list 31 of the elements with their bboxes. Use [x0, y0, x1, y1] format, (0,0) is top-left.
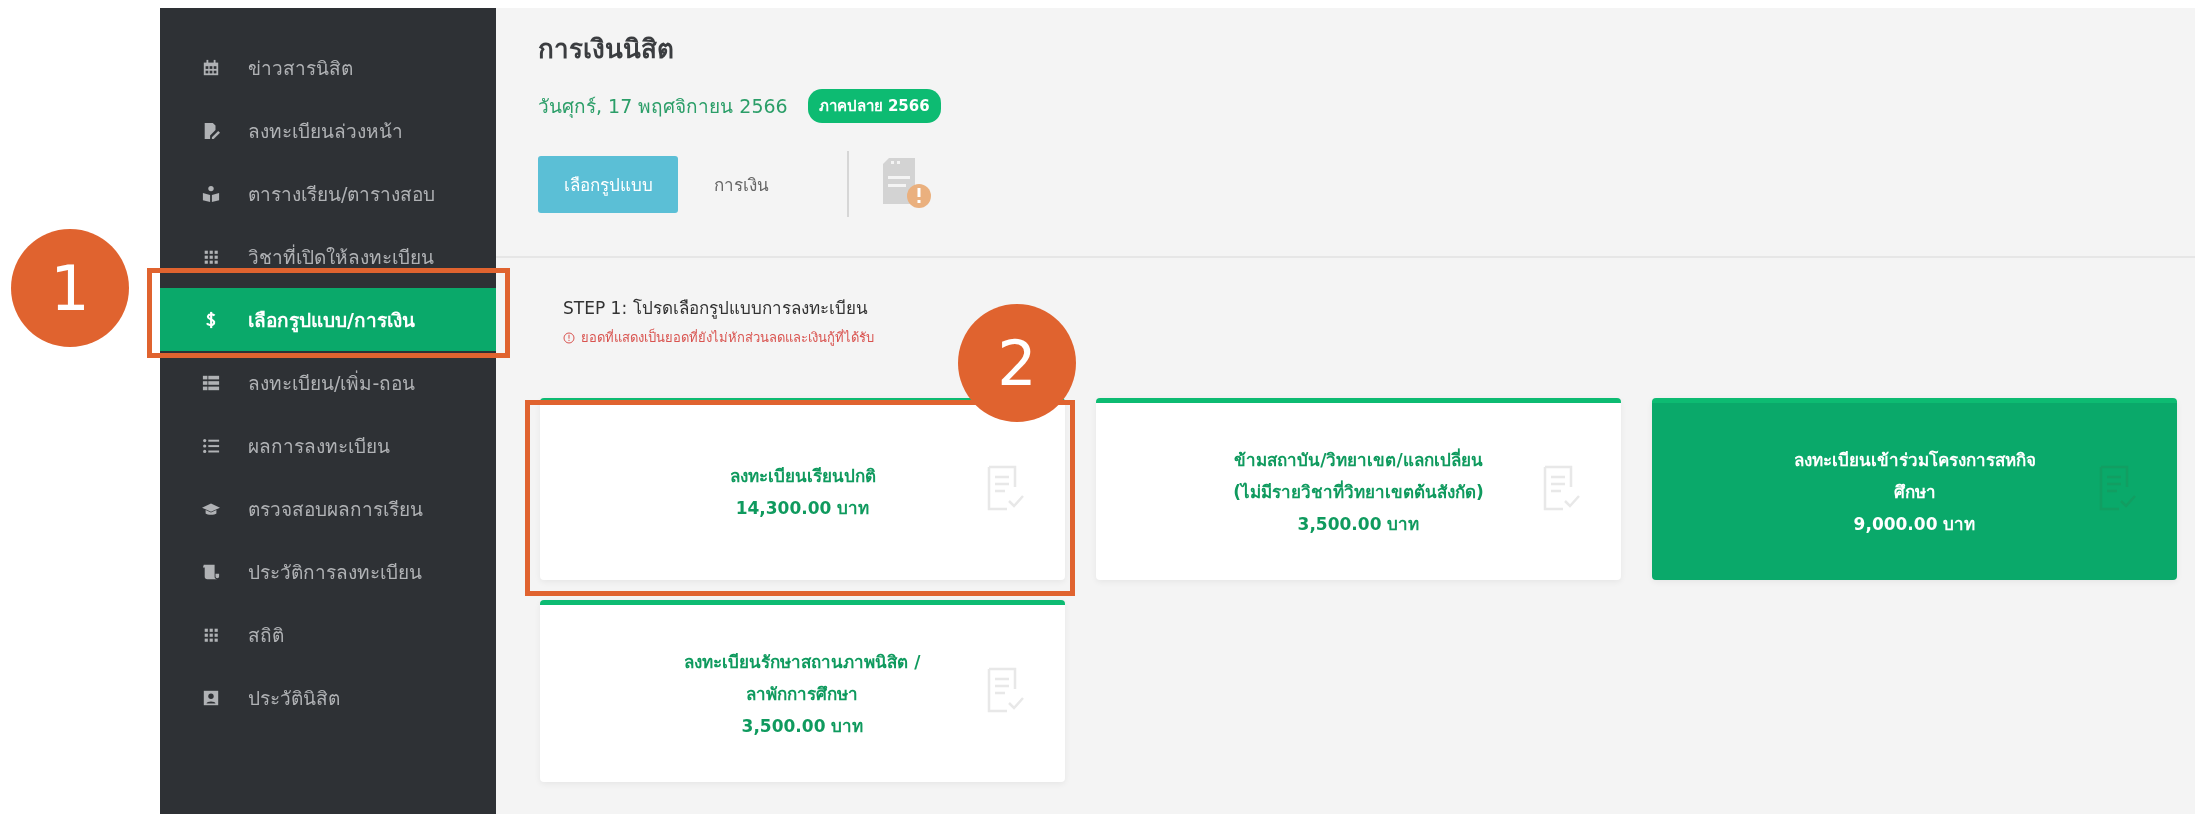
option-price: 9,000.00 บาท	[1852, 512, 1977, 536]
sidebar-item[interactable]: สถิติ	[160, 603, 496, 666]
option-title: ลงทะเบียนเข้าร่วมโครงการสหกิจ	[1793, 448, 2036, 472]
option-card[interactable]: ลงทะเบียนเรียนปกติ 14,300.00 บาท	[540, 398, 1065, 580]
sidebar-item[interactable]: ลงทะเบียน/เพิ่ม-ถอน	[160, 351, 496, 414]
sidebar-item[interactable]: ตารางเรียน/ตารางสอบ	[160, 162, 496, 225]
date-text: วันศุกร์, 17 พฤศจิกายน 2566	[538, 94, 788, 120]
sidebar-item[interactable]: ลงทะเบียนล่วงหน้า	[160, 99, 496, 162]
option-title: ลงทะเบียนรักษาสถานภาพนิสิต /	[684, 650, 921, 674]
sidebar-item[interactable]: ตรวจสอบผลการเรียน	[160, 477, 496, 540]
option-price: 14,300.00 บาท	[734, 496, 871, 520]
option-title: (ไม่มีรายวิชาที่วิทยาเขตต้นสังกัด)	[1233, 479, 1484, 504]
step-number-badge: 1	[11, 229, 129, 347]
option-title: ศึกษา	[1892, 480, 1937, 504]
option-card[interactable]: ข้ามสถาบัน/วิทยาเขต/แลกเปลี่ยน (ไม่มีรายวิชาที่วิทยาเขตต้นสังกัด) 3,500.00 บาท	[1096, 398, 1621, 580]
term-badge: ภาคปลาย 2566	[807, 89, 941, 123]
page-title: การเงินนิสิต	[538, 33, 675, 66]
option-title: ลงทะเบียนเรียนปกติ	[729, 464, 876, 488]
option-price: 3,500.00 บาท	[740, 714, 865, 738]
option-title: ข้ามสถาบัน/วิทยาเขต/แลกเปลี่ยน	[1233, 447, 1484, 472]
sidebar-item[interactable]: ประวัตินิสิต	[160, 666, 496, 729]
tab[interactable]: การเงิน	[686, 155, 797, 213]
sidebar-item[interactable]: ข่าวสารนิสิต	[160, 36, 496, 99]
warning-text: ยอดที่แสดงเป็นยอดที่ยังไม่หักส่วนลดและเงินกู้ที่ได้รับ	[581, 327, 874, 348]
sidebar-item[interactable]: ผลการลงทะเบียน	[160, 414, 496, 477]
option-title: ลาพักการศึกษา	[745, 682, 860, 706]
sidebar-item[interactable]: ประวัติการลงทะเบียน	[160, 540, 496, 603]
step-title: STEP 1: โปรดเลือกรูปแบบการลงทะเบียน	[563, 297, 869, 321]
option-card[interactable]: ลงทะเบียนรักษาสถานภาพนิสิต / ลาพักการศึกษา 3,500.00 บาท	[540, 600, 1065, 782]
sidebar-item[interactable]: วิชาที่เปิดให้ลงทะเบียน	[160, 225, 496, 288]
option-price: 3,500.00 บาท	[1296, 512, 1421, 536]
